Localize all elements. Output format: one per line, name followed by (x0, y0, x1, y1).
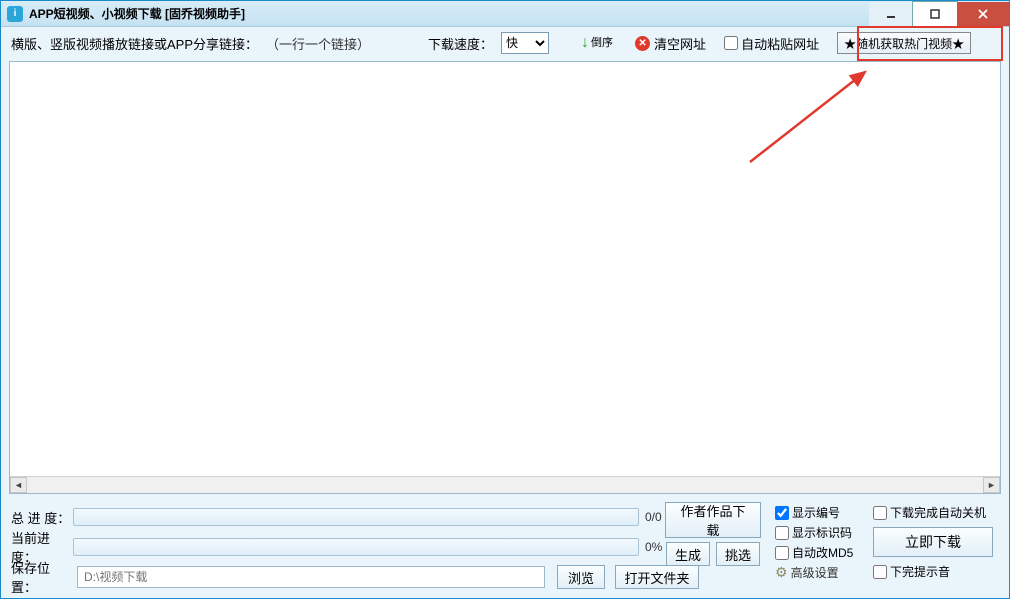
maximize-button[interactable] (913, 2, 957, 26)
save-path-label: 保存位置： (11, 558, 73, 596)
show-index-input[interactable] (775, 506, 789, 520)
auto-paste-label: 自动粘贴网址 (741, 34, 819, 53)
arrow-down-icon: ↓ (581, 34, 589, 52)
auto-md5-checkbox[interactable]: 自动改MD5 (775, 544, 853, 561)
auto-paste-checkbox[interactable]: 自动粘贴网址 (724, 34, 819, 53)
author-works-download-button[interactable]: 作者作品下载 (665, 502, 761, 538)
bottom-panel: 总 进 度： 0/0 当前进度： 0% 保存位置： 浏览 打开文件夹 作者作品下… (1, 500, 1009, 598)
total-progress-text: 0/0 (645, 510, 662, 524)
title-bar: i APP短视频、小视频下载 [固乔视频助手] (1, 1, 1009, 27)
clear-label: 清空网址 (654, 34, 706, 53)
pick-button[interactable]: 挑选 (716, 542, 760, 566)
advanced-label: 高级设置 (791, 564, 839, 581)
save-path-input[interactable] (77, 566, 545, 588)
toolbar: 横版、竖版视频播放链接或APP分享链接： （一行一个链接） 下载速度： 快 ↓ … (1, 27, 1009, 59)
speed-label: 下载速度： (428, 34, 493, 53)
speed-select[interactable]: 快 (501, 32, 549, 54)
scroll-track[interactable] (27, 477, 983, 493)
scroll-left-button[interactable]: ◄ (10, 477, 27, 493)
open-folder-button[interactable]: 打开文件夹 (615, 565, 699, 589)
scroll-right-button[interactable]: ► (983, 477, 1000, 493)
url-textarea[interactable] (10, 62, 1000, 476)
auto-shutdown-checkbox[interactable]: 下载完成自动关机 (873, 504, 1001, 521)
show-index-checkbox[interactable]: 显示编号 (775, 504, 853, 521)
horizontal-scrollbar[interactable]: ◄ ► (10, 476, 1000, 493)
advanced-settings-link[interactable]: ⚙ 高级设置 (775, 564, 853, 581)
auto-md5-label: 自动改MD5 (792, 544, 853, 561)
show-mark-checkbox[interactable]: 显示标识码 (775, 524, 853, 541)
total-progress-label: 总 进 度： (11, 508, 73, 527)
minimize-button[interactable] (869, 2, 913, 26)
no-sound-input[interactable] (873, 565, 887, 579)
clear-urls-button[interactable]: ✕ 清空网址 (635, 34, 706, 53)
total-progress-bar (73, 508, 639, 526)
auto-paste-input[interactable] (724, 36, 738, 50)
show-mark-input[interactable] (775, 526, 789, 540)
current-progress-bar (73, 538, 639, 556)
window-title: APP短视频、小视频下载 [固乔视频助手] (29, 5, 245, 22)
download-now-button[interactable]: 立即下载 (873, 527, 993, 557)
gear-icon: ⚙ (775, 564, 788, 581)
close-button[interactable] (957, 2, 1009, 26)
auto-shutdown-input[interactable] (873, 506, 887, 520)
app-icon: i (7, 6, 23, 22)
show-index-label: 显示编号 (792, 504, 840, 521)
browse-button[interactable]: 浏览 (557, 565, 605, 589)
url-input-hint: （一行一个链接） (266, 34, 370, 53)
no-sound-label: 下完提示音 (890, 563, 950, 580)
auto-shutdown-label: 下载完成自动关机 (890, 504, 986, 521)
url-input-label: 横版、竖版视频播放链接或APP分享链接： (11, 34, 258, 53)
no-sound-checkbox[interactable]: 下完提示音 (873, 563, 1001, 580)
reverse-order-button[interactable]: ↓ 倒序 (581, 34, 613, 52)
auto-md5-input[interactable] (775, 546, 789, 560)
random-hot-videos-button[interactable]: ★随机获取热门视频★ (837, 32, 971, 54)
generate-button[interactable]: 生成 (666, 542, 710, 566)
reverse-label: 倒序 (591, 38, 613, 49)
close-circle-icon: ✕ (635, 36, 650, 51)
url-textarea-container: ◄ ► (9, 61, 1001, 494)
current-progress-text: 0% (645, 540, 662, 554)
show-mark-label: 显示标识码 (792, 524, 852, 541)
